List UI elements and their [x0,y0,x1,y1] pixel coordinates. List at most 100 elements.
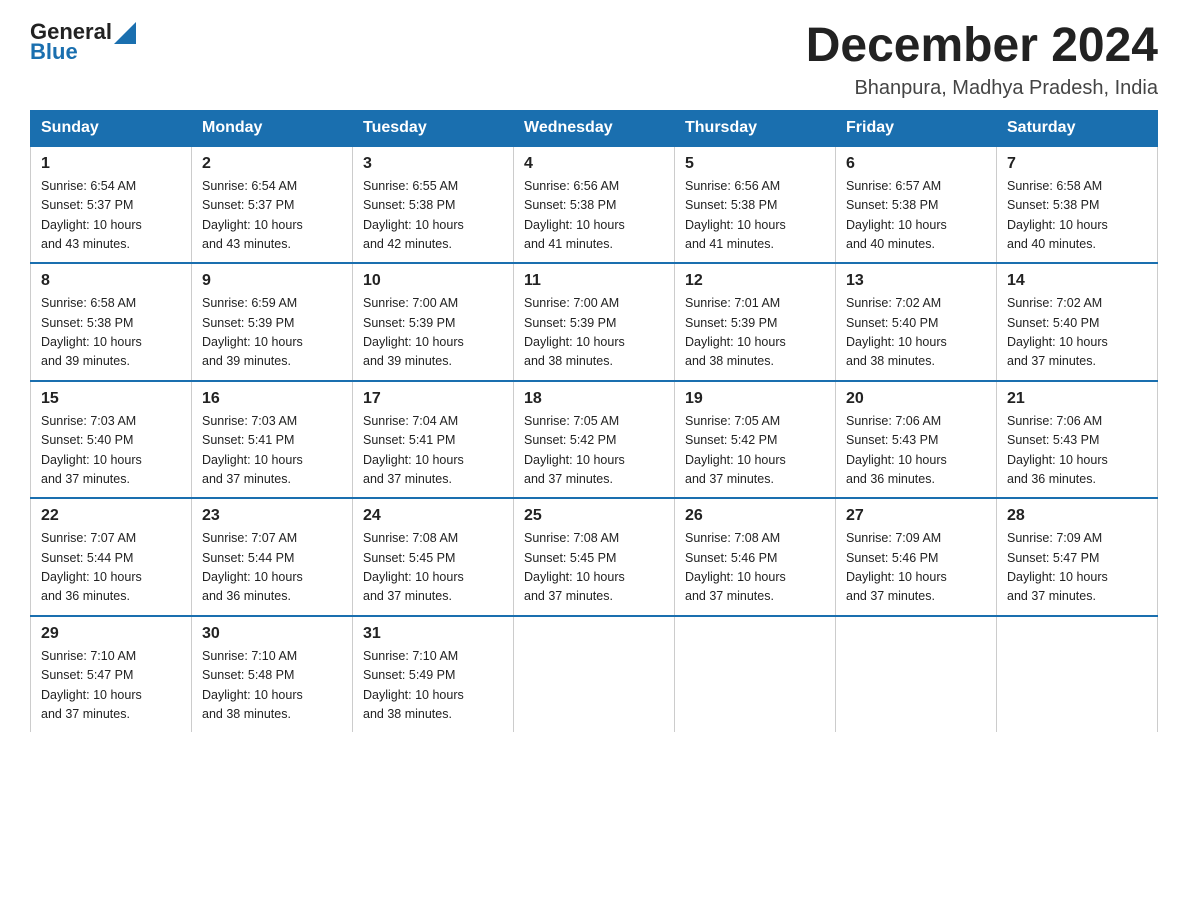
day-cell: 9 Sunrise: 6:59 AMSunset: 5:39 PMDaylight… [192,263,353,381]
logo-text-blue: Blue [30,40,78,64]
day-cell: 4 Sunrise: 6:56 AMSunset: 5:38 PMDaylight… [514,146,675,264]
day-cell: 5Sunrise: 6:56 AMSunset: 5:38 PMDaylight… [675,146,836,264]
day-cell: 21 Sunrise: 7:06 AMSunset: 5:43 PMDayligh… [997,381,1158,499]
day-cell: 17 Sunrise: 7:04 AMSunset: 5:41 PMDayligh… [353,381,514,499]
day-number: 7 [1007,155,1147,173]
day-info: Sunrise: 7:09 AMSunset: 5:46 PMDaylight:… [846,531,947,603]
header-cell-saturday: Saturday [997,110,1158,146]
day-number: 11 [524,272,664,290]
day-info: Sunrise: 7:07 AMSunset: 5:44 PMDaylight:… [202,531,303,603]
day-cell: 24 Sunrise: 7:08 AMSunset: 5:45 PMDayligh… [353,498,514,616]
day-info: Sunrise: 6:56 AMSunset: 5:38 PMDaylight:… [524,179,625,251]
header-cell-sunday: Sunday [31,110,192,146]
day-info: Sunrise: 7:08 AMSunset: 5:45 PMDaylight:… [363,531,464,603]
week-row-4: 22 Sunrise: 7:07 AMSunset: 5:44 PMDayligh… [31,498,1158,616]
day-number: 18 [524,390,664,408]
day-cell: 11 Sunrise: 7:00 AMSunset: 5:39 PMDayligh… [514,263,675,381]
day-cell [675,616,836,733]
day-info: Sunrise: 7:06 AMSunset: 5:43 PMDaylight:… [1007,414,1108,486]
day-number: 2 [202,155,342,173]
day-info: Sunrise: 6:57 AMSunset: 5:38 PMDaylight:… [846,179,947,251]
day-info: Sunrise: 7:00 AMSunset: 5:39 PMDaylight:… [524,296,625,368]
day-number: 16 [202,390,342,408]
day-info: Sunrise: 7:00 AMSunset: 5:39 PMDaylight:… [363,296,464,368]
day-info: Sunrise: 7:04 AMSunset: 5:41 PMDaylight:… [363,414,464,486]
day-cell: 16Sunrise: 7:03 AMSunset: 5:41 PMDayligh… [192,381,353,499]
header-cell-thursday: Thursday [675,110,836,146]
day-cell: 26Sunrise: 7:08 AMSunset: 5:46 PMDayligh… [675,498,836,616]
day-cell: 29 Sunrise: 7:10 AMSunset: 5:47 PMDayligh… [31,616,192,733]
day-number: 30 [202,625,342,643]
day-cell: 23 Sunrise: 7:07 AMSunset: 5:44 PMDayligh… [192,498,353,616]
day-cell: 12Sunrise: 7:01 AMSunset: 5:39 PMDayligh… [675,263,836,381]
day-info: Sunrise: 7:02 AMSunset: 5:40 PMDaylight:… [846,296,947,368]
day-number: 31 [363,625,503,643]
day-cell: 10 Sunrise: 7:00 AMSunset: 5:39 PMDayligh… [353,263,514,381]
header-row: SundayMondayTuesdayWednesdayThursdayFrid… [31,110,1158,146]
month-year-title: December 2024 [806,20,1158,73]
calendar-table: SundayMondayTuesdayWednesdayThursdayFrid… [30,110,1158,733]
day-info: Sunrise: 7:03 AMSunset: 5:40 PMDaylight:… [41,414,142,486]
day-info: Sunrise: 6:59 AMSunset: 5:39 PMDaylight:… [202,296,303,368]
day-cell: 31 Sunrise: 7:10 AMSunset: 5:49 PMDayligh… [353,616,514,733]
day-info: Sunrise: 7:10 AMSunset: 5:49 PMDaylight:… [363,649,464,721]
header-cell-wednesday: Wednesday [514,110,675,146]
day-info: Sunrise: 6:54 AMSunset: 5:37 PMDaylight:… [41,179,142,251]
day-number: 1 [41,155,181,173]
day-cell: 2 Sunrise: 6:54 AMSunset: 5:37 PMDaylight… [192,146,353,264]
day-cell: 3 Sunrise: 6:55 AMSunset: 5:38 PMDaylight… [353,146,514,264]
day-number: 27 [846,507,986,525]
header-cell-tuesday: Tuesday [353,110,514,146]
day-info: Sunrise: 7:02 AMSunset: 5:40 PMDaylight:… [1007,296,1108,368]
day-number: 4 [524,155,664,173]
day-cell: 15 Sunrise: 7:03 AMSunset: 5:40 PMDayligh… [31,381,192,499]
header-cell-monday: Monday [192,110,353,146]
day-info: Sunrise: 6:54 AMSunset: 5:37 PMDaylight:… [202,179,303,251]
day-cell: 8 Sunrise: 6:58 AMSunset: 5:38 PMDaylight… [31,263,192,381]
day-number: 9 [202,272,342,290]
day-info: Sunrise: 7:08 AMSunset: 5:46 PMDaylight:… [685,531,786,603]
day-cell: 25Sunrise: 7:08 AMSunset: 5:45 PMDayligh… [514,498,675,616]
day-info: Sunrise: 7:05 AMSunset: 5:42 PMDaylight:… [524,414,625,486]
title-block: December 2024 Bhanpura, Madhya Pradesh, … [806,20,1158,100]
day-number: 6 [846,155,986,173]
day-number: 28 [1007,507,1147,525]
day-number: 3 [363,155,503,173]
day-info: Sunrise: 6:58 AMSunset: 5:38 PMDaylight:… [41,296,142,368]
day-cell: 7 Sunrise: 6:58 AMSunset: 5:38 PMDaylight… [997,146,1158,264]
day-info: Sunrise: 7:10 AMSunset: 5:47 PMDaylight:… [41,649,142,721]
day-info: Sunrise: 6:55 AMSunset: 5:38 PMDaylight:… [363,179,464,251]
day-number: 23 [202,507,342,525]
day-info: Sunrise: 6:58 AMSunset: 5:38 PMDaylight:… [1007,179,1108,251]
day-info: Sunrise: 7:06 AMSunset: 5:43 PMDaylight:… [846,414,947,486]
day-number: 22 [41,507,181,525]
day-number: 21 [1007,390,1147,408]
week-row-5: 29 Sunrise: 7:10 AMSunset: 5:47 PMDayligh… [31,616,1158,733]
day-cell: 22 Sunrise: 7:07 AMSunset: 5:44 PMDayligh… [31,498,192,616]
day-cell: 28 Sunrise: 7:09 AMSunset: 5:47 PMDayligh… [997,498,1158,616]
day-number: 13 [846,272,986,290]
day-info: Sunrise: 7:07 AMSunset: 5:44 PMDaylight:… [41,531,142,603]
day-cell: 20 Sunrise: 7:06 AMSunset: 5:43 PMDayligh… [836,381,997,499]
day-number: 14 [1007,272,1147,290]
day-number: 10 [363,272,503,290]
day-cell [514,616,675,733]
page-header: General Blue December 2024 Bhanpura, Mad… [30,20,1158,100]
day-cell: 6 Sunrise: 6:57 AMSunset: 5:38 PMDaylight… [836,146,997,264]
day-cell: 27 Sunrise: 7:09 AMSunset: 5:46 PMDayligh… [836,498,997,616]
day-number: 5 [685,155,825,173]
day-info: Sunrise: 7:05 AMSunset: 5:42 PMDaylight:… [685,414,786,486]
header-cell-friday: Friday [836,110,997,146]
day-number: 8 [41,272,181,290]
week-row-1: 1 Sunrise: 6:54 AMSunset: 5:37 PMDaylight… [31,146,1158,264]
day-number: 24 [363,507,503,525]
day-number: 29 [41,625,181,643]
day-info: Sunrise: 7:09 AMSunset: 5:47 PMDaylight:… [1007,531,1108,603]
logo-triangle-icon [114,22,136,44]
day-cell: 18 Sunrise: 7:05 AMSunset: 5:42 PMDayligh… [514,381,675,499]
day-info: Sunrise: 7:10 AMSunset: 5:48 PMDaylight:… [202,649,303,721]
day-number: 17 [363,390,503,408]
day-number: 20 [846,390,986,408]
day-number: 15 [41,390,181,408]
day-cell: 1 Sunrise: 6:54 AMSunset: 5:37 PMDaylight… [31,146,192,264]
